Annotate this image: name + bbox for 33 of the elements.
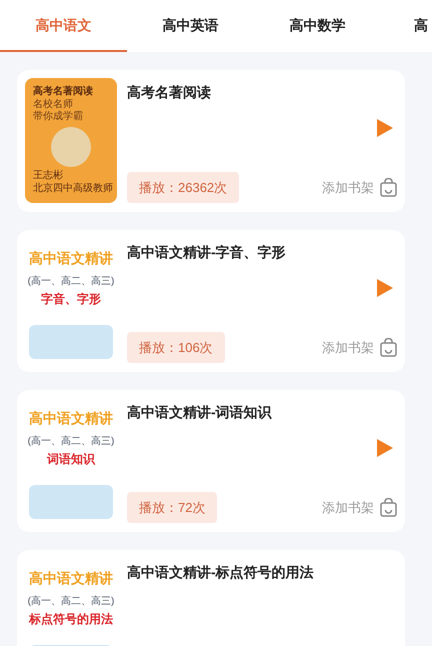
tab[interactable]: 高中英语 [127, 0, 254, 52]
course-card[interactable]: 高考名著阅读 名校名师 带你成学霸 王志彬 北京四中高级教师 高考名著阅读 播放：26362次 添加书架 [17, 70, 405, 212]
cover-grades: (高一、高二、高三) [28, 276, 114, 288]
cover-topic: 词语知识 [47, 452, 95, 467]
cover-heading: 高中语文精讲 [29, 570, 113, 588]
cover-topic: 字音、字形 [41, 292, 101, 307]
bag-icon [380, 498, 397, 517]
bag-icon [380, 178, 397, 197]
play-icon[interactable] [377, 279, 393, 297]
tab[interactable]: 高 [381, 0, 432, 52]
cover-text: 带你成学霸 [33, 111, 84, 124]
course-title: 高中语文精讲-词语知识 [127, 403, 273, 422]
course-card[interactable]: 高中语文精讲 (高一、高二、高三) 字音、字形 高中语文精讲-字音、字形 播放：106次 添加书架 [17, 230, 405, 372]
play-count: 播放：106次 [127, 332, 225, 363]
cover-topic: 标点符号的用法 [29, 612, 113, 627]
play-icon[interactable] [377, 119, 393, 137]
play-icon[interactable] [377, 439, 393, 457]
course-title: 高中语文精讲-字音、字形 [127, 243, 287, 262]
play-count: 播放：26362次 [127, 172, 240, 203]
course-title: 高考名著阅读 [127, 83, 212, 102]
cover-author: 王志彬 [33, 170, 64, 182]
tab[interactable]: 高中数学 [254, 0, 381, 52]
cover-heading: 高中语文精讲 [29, 410, 113, 428]
course-card[interactable]: 高中语文精讲 (高一、高二、高三) 标点符号的用法 高中语文精讲-标点符号的用法 [17, 550, 405, 646]
cover-heading: 高中语文精讲 [29, 250, 113, 268]
cover-heading: 高考名著阅读 [33, 86, 94, 98]
course-card[interactable]: 高中语文精讲 (高一、高二、高三) 词语知识 高中语文精讲-词语知识 播放：72次 添加书架 [17, 390, 405, 532]
cover-grades: (高一、高二、高三) [28, 436, 114, 448]
cover-grades: (高一、高二、高三) [28, 596, 114, 608]
course-title: 高中语文精讲-标点符号的用法 [127, 563, 315, 582]
play-count: 播放：72次 [127, 492, 218, 523]
bag-icon [380, 338, 397, 357]
cover-text: 名校名师 [33, 98, 74, 110]
